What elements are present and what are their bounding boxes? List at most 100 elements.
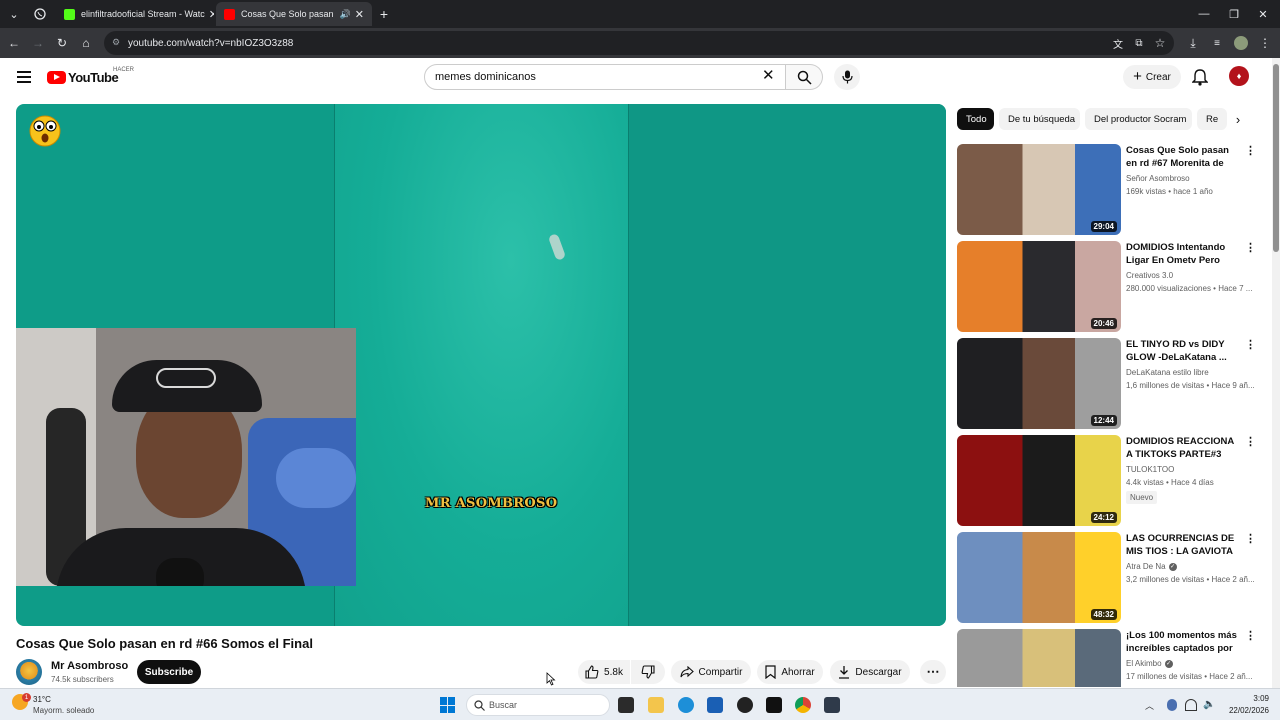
recommendation-title[interactable]: EL TINYO RD vs DIDY GLOW -DeLaKatana ...	[1126, 338, 1238, 364]
more-options-icon[interactable]: ⋮	[1245, 534, 1256, 545]
restore-icon[interactable]: ❐	[1226, 6, 1242, 22]
home-icon[interactable]: ⌂	[78, 35, 94, 51]
close-tab-icon[interactable]: ✕	[205, 8, 214, 21]
task-view-icon[interactable]	[618, 697, 634, 713]
channel-avatar[interactable]	[16, 659, 42, 685]
notifications-icon[interactable]	[1191, 68, 1210, 86]
chrome-icon[interactable]	[795, 697, 811, 713]
subscribe-button[interactable]: Subscribe	[137, 660, 201, 684]
chip-more[interactable]: Re	[1197, 108, 1227, 130]
video-thumbnail[interactable]: 48:32	[957, 532, 1121, 623]
media-control-icon[interactable]: ≡	[1209, 35, 1225, 51]
new-tab-button[interactable]: +	[376, 6, 392, 22]
recommendation-channel[interactable]: DeLaKatana estilo libre	[1126, 368, 1209, 377]
create-button[interactable]: + Crear	[1123, 65, 1181, 89]
account-avatar[interactable]: ♦	[1229, 66, 1249, 86]
forward-icon[interactable]: →	[30, 35, 46, 51]
tab-search-icon[interactable]: ⌄	[6, 6, 22, 22]
chip-de-tu-busqueda[interactable]: De tu búsqueda	[999, 108, 1080, 130]
youtube-logo[interactable]: YouTube	[47, 70, 119, 85]
save-button[interactable]: Ahorrar	[757, 660, 823, 684]
recommendation-title[interactable]: LAS OCURRENCIAS DE MIS TIOS : LA GAVIOTA…	[1126, 532, 1238, 559]
dislike-button[interactable]	[631, 660, 665, 684]
video-thumbnail[interactable]: 20:46	[957, 241, 1121, 332]
more-options-icon[interactable]: ⋮	[1245, 631, 1256, 642]
menu-icon[interactable]	[17, 71, 31, 83]
app-icon[interactable]	[824, 697, 840, 713]
store-icon[interactable]	[707, 697, 723, 713]
chevron-right-icon[interactable]: ›	[1228, 109, 1248, 129]
search-button[interactable]	[786, 64, 823, 90]
site-info-icon[interactable]: ⚙	[112, 37, 122, 48]
recommendation-title[interactable]: ¡Los 100 momentos más increíbles captado…	[1126, 629, 1238, 656]
recommendation-channel[interactable]: Creativos 3.0	[1126, 271, 1173, 280]
recommendation-title[interactable]: DOMIDIOS REACCIONA A TIKTOKS PARTE#3 😂..…	[1126, 435, 1238, 462]
close-window-icon[interactable]: ✕	[1255, 6, 1271, 22]
clear-search-icon[interactable]: ✕	[762, 68, 775, 84]
video-thumbnail[interactable]	[957, 629, 1121, 687]
recommendation-title[interactable]: DOMIDIOS Intentando Ligar En Ometv Pero …	[1126, 241, 1238, 268]
clock-time[interactable]: 3:09	[1225, 694, 1269, 703]
video-thumbnail[interactable]: 12:44	[957, 338, 1121, 429]
search-input[interactable]: memes dominicanos	[424, 64, 786, 90]
tab-kick-stream[interactable]: elinfiltradooficial Stream - Watc ✕	[56, 2, 214, 26]
like-button[interactable]: 5.8k	[578, 660, 630, 684]
chip-del-productor[interactable]: Del productor Socram	[1085, 108, 1192, 130]
recommendation-item[interactable]: 29:04 Cosas Que Solo pasan en rd #67 More…	[957, 144, 1257, 236]
clock-date[interactable]: 22/02/2026	[1219, 706, 1269, 715]
download-icon[interactable]: ⤓	[1185, 35, 1201, 51]
browser-menu-icon[interactable]: ⋮	[1257, 35, 1273, 51]
capcut-icon[interactable]	[766, 697, 782, 713]
recommendation-channel[interactable]: Atra De Na ✓	[1126, 562, 1177, 571]
more-options-icon[interactable]: ⋮	[1245, 437, 1256, 448]
microphone-tray-icon[interactable]	[1167, 699, 1177, 711]
weather-temperature[interactable]: 31°C	[33, 695, 51, 704]
scrollbar-thumb[interactable]	[1273, 64, 1279, 252]
weather-description[interactable]: Mayorm. soleado	[33, 706, 94, 715]
more-options-icon[interactable]: ⋮	[1245, 243, 1256, 254]
install-app-icon[interactable]: ⧉	[1131, 35, 1147, 51]
obs-icon[interactable]	[737, 697, 753, 713]
chip-label: Del productor Socram	[1094, 113, 1187, 125]
recommendation-meta: 3,2 millones de visitas • Hace 2 añ...	[1126, 575, 1255, 584]
share-button[interactable]: Compartir	[671, 660, 751, 684]
video-thumbnail[interactable]: 29:04	[957, 144, 1121, 235]
whatsapp-icon[interactable]	[32, 6, 48, 22]
tray-chevron-up-icon[interactable]: ︿	[1145, 699, 1154, 712]
edge-icon[interactable]	[678, 697, 694, 713]
recommendation-item[interactable]: 24:12 DOMIDIOS REACCIONA A TIKTOKS PARTE#…	[957, 435, 1257, 527]
close-tab-icon[interactable]: ✕	[351, 8, 364, 21]
more-actions-button[interactable]: ⋯	[920, 660, 946, 684]
chip-todo[interactable]: Todo	[957, 108, 994, 130]
bookmark-star-icon[interactable]: ☆	[1152, 35, 1168, 51]
recommendation-channel[interactable]: TULOK1TOO	[1126, 465, 1174, 474]
wifi-icon[interactable]	[1185, 699, 1197, 711]
recommendation-item[interactable]: 12:44 EL TINYO RD vs DIDY GLOW -DeLaKatan…	[957, 338, 1257, 430]
page-scrollbar[interactable]	[1272, 58, 1280, 688]
taskbar-search[interactable]: Buscar	[466, 694, 610, 716]
video-player[interactable]	[16, 104, 946, 626]
minimize-icon[interactable]: —	[1196, 6, 1212, 22]
file-explorer-icon[interactable]	[648, 697, 664, 713]
speaker-icon[interactable]: 🔊	[340, 9, 351, 20]
more-options-icon[interactable]: ⋮	[1245, 340, 1256, 351]
recommendation-item[interactable]: 20:46 DOMIDIOS Intentando Ligar En Ometv …	[957, 241, 1257, 333]
recommendation-title[interactable]: Cosas Que Solo pasan en rd #67 Morenita …	[1126, 144, 1238, 171]
download-button[interactable]: Descargar	[830, 660, 910, 684]
video-thumbnail[interactable]: 24:12	[957, 435, 1121, 526]
translate-icon[interactable]: 文	[1110, 35, 1126, 51]
recommendation-item[interactable]: 48:32 LAS OCURRENCIAS DE MIS TIOS : LA GA…	[957, 532, 1257, 624]
recommendation-channel[interactable]: El Akimbo ✓	[1126, 659, 1173, 668]
more-options-icon[interactable]: ⋮	[1245, 146, 1256, 157]
address-bar[interactable]: ⚙ youtube.com/watch?v=nbIOZ3O3z88	[104, 31, 1174, 55]
voice-search-button[interactable]	[834, 64, 860, 90]
profile-icon[interactable]	[1233, 35, 1249, 51]
start-icon[interactable]	[440, 697, 456, 713]
reload-icon[interactable]: ↻	[54, 35, 70, 51]
recommendation-item[interactable]: ¡Los 100 momentos más increíbles captado…	[957, 629, 1257, 687]
volume-icon[interactable]: 🔈	[1203, 699, 1215, 711]
recommendation-channel[interactable]: Señor Asombroso	[1126, 174, 1190, 183]
tab-youtube-video[interactable]: Cosas Que Solo pasan en r 🔊 ✕	[216, 2, 372, 26]
channel-name[interactable]: Mr Asombroso	[51, 660, 128, 672]
back-icon[interactable]: ←	[6, 35, 22, 51]
